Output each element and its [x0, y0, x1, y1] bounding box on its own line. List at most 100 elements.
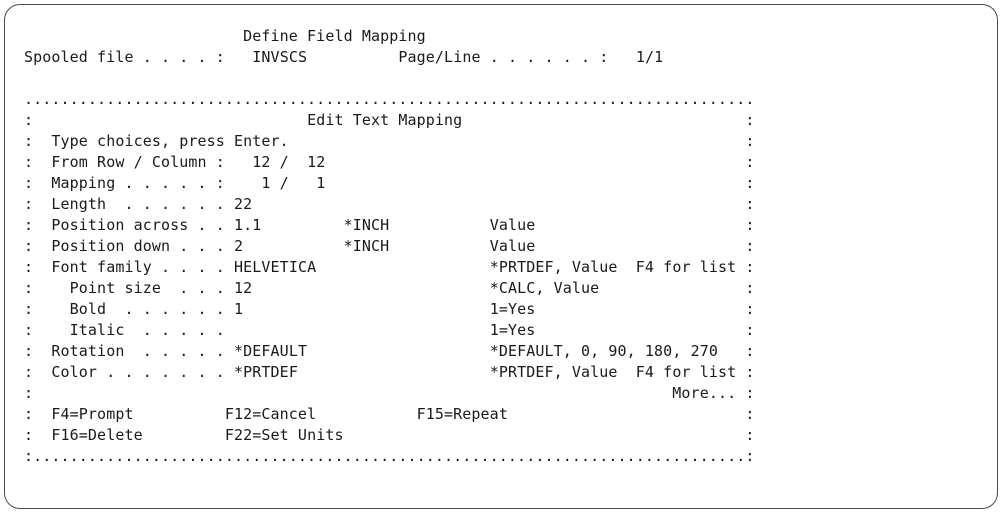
field-row: : Position down . . . 2 *INCH Value : [24, 236, 755, 257]
text-segment [33, 132, 51, 150]
fkey-repeat[interactable]: F15=Repeat [417, 405, 508, 423]
field-label: Point size . . . [51, 279, 235, 297]
text-segment [33, 195, 51, 213]
field-row: : Point size . . . 12 *CALC, Value : [24, 278, 755, 299]
more-indicator: More... [672, 384, 737, 402]
field-label: Position down . . . [51, 237, 235, 255]
text-segment [33, 300, 51, 318]
field-hint: 1=Yes [489, 300, 536, 318]
field-value[interactable]: 12 [234, 279, 344, 297]
text-segment [344, 342, 490, 360]
window-border-right: : [745, 363, 755, 381]
window-border-right: : [745, 321, 755, 339]
text-segment [33, 405, 51, 423]
window-border-left: : [24, 258, 34, 276]
window-border-left: : [24, 195, 34, 213]
window-border-right: : [745, 237, 755, 255]
window-border-left: : [24, 174, 34, 192]
field-label: Position across . . [51, 216, 235, 234]
window-border-left: : [24, 363, 34, 381]
field-value[interactable]: 1 / 1 [234, 174, 344, 192]
window-border-right: : [745, 405, 755, 423]
window-border-left: : [24, 216, 34, 234]
field-label: Mapping . . . . . : [51, 174, 235, 192]
text-segment [344, 321, 490, 339]
field-unit: *INCH [343, 216, 490, 234]
field-label: Font family . . . . [51, 258, 235, 276]
window-border-right: : [745, 111, 755, 129]
text-segment [33, 384, 672, 402]
fkey-delete[interactable]: F16=Delete [51, 426, 224, 444]
text-segment [33, 321, 51, 339]
field-row: : Bold . . . . . . 1 1=Yes : [24, 299, 755, 320]
text-segment [344, 174, 490, 192]
fkey-set-units[interactable]: F22=Set Units [225, 426, 344, 444]
text-segment [344, 279, 490, 297]
window-border-bottom: :.......................................… [24, 447, 755, 465]
fkey-cancel[interactable]: F12=Cancel [225, 405, 417, 423]
page-line-label: Page/Line . . . . . . : [398, 48, 609, 66]
field-value[interactable]: 1.1 [234, 216, 344, 234]
window-border-left: : [24, 300, 34, 318]
window-border-left: : [24, 237, 34, 255]
window-border-right: : [745, 426, 755, 444]
text-segment [344, 153, 490, 171]
spooled-file-value: INVSCS [252, 48, 308, 66]
window-border-right: : [745, 300, 755, 318]
window-border-right: : [745, 174, 755, 192]
text-segment [33, 174, 51, 192]
function-keys-row-1: : F4=Prompt F12=Cancel F15=Repeat : [24, 404, 755, 425]
field-hint: Value [489, 237, 536, 255]
text-segment [33, 279, 51, 297]
text-segment [344, 258, 490, 276]
text-segment [33, 342, 51, 360]
field-row: : Position across . . 1.1 *INCH Value : [24, 215, 755, 236]
window-title: Edit Text Mapping [307, 111, 463, 129]
window-border-right: : [745, 153, 755, 171]
field-label: Rotation . . . . . [51, 342, 235, 360]
field-label: Color . . . . . . . [51, 363, 235, 381]
more-line: : More... : [24, 383, 755, 404]
field-value[interactable]: *DEFAULT [234, 342, 344, 360]
field-row: : Mapping . . . . . : 1 / 1 : [24, 173, 755, 194]
field-value[interactable]: 1 [234, 300, 344, 318]
field-value[interactable]: HELVETICA [234, 258, 344, 276]
field-value[interactable]: 2 [234, 237, 344, 255]
screen-title: Define Field Mapping [243, 27, 426, 45]
text-segment [33, 363, 51, 381]
text-segment [344, 363, 490, 381]
field-hint: 1=Yes [489, 321, 536, 339]
window-border-right: : [745, 342, 755, 360]
window-border-right: : [745, 258, 755, 276]
text-segment [33, 258, 51, 276]
text-segment [33, 237, 51, 255]
screen-title-line: Define Field Mapping [24, 26, 755, 47]
text-segment [344, 300, 490, 318]
terminal-content: Define Field Mapping Spooled file . . . … [24, 26, 755, 467]
text-segment [344, 195, 490, 213]
window-border-right: : [745, 384, 755, 402]
field-value[interactable]: *PRTDEF [234, 363, 344, 381]
fkey-prompt[interactable]: F4=Prompt [51, 405, 224, 423]
window-border-right: : [745, 279, 755, 297]
field-value[interactable]: 12 / 12 [234, 153, 344, 171]
instruction-line: : Type choices, press Enter. : [24, 131, 755, 152]
field-row: : Italic . . . . . 1=Yes : [24, 320, 755, 341]
field-hint: Value [489, 216, 536, 234]
field-hint: *PRTDEF, Value F4 for list [489, 258, 737, 276]
window-border-left: : [24, 405, 34, 423]
field-value[interactable] [234, 321, 344, 339]
field-unit: *INCH [343, 237, 490, 255]
spooled-file-line: Spooled file . . . . : INVSCS Page/Line … [24, 47, 755, 68]
window-border-left: : [24, 426, 34, 444]
window-border-right: : [745, 216, 755, 234]
window-border-top: ........................................… [24, 90, 755, 108]
spooled-file-label: Spooled file . . . . : [24, 48, 225, 66]
instruction-text: Type choices, press Enter. [51, 132, 289, 150]
field-row: : Font family . . . . HELVETICA *PRTDEF,… [24, 257, 755, 278]
field-value[interactable]: 22 [234, 195, 344, 213]
field-label: Length . . . . . . [51, 195, 235, 213]
window-border-left: : [24, 279, 34, 297]
field-hint: *DEFAULT, 0, 90, 180, 270 [489, 342, 718, 360]
window-border-left: : [24, 153, 34, 171]
